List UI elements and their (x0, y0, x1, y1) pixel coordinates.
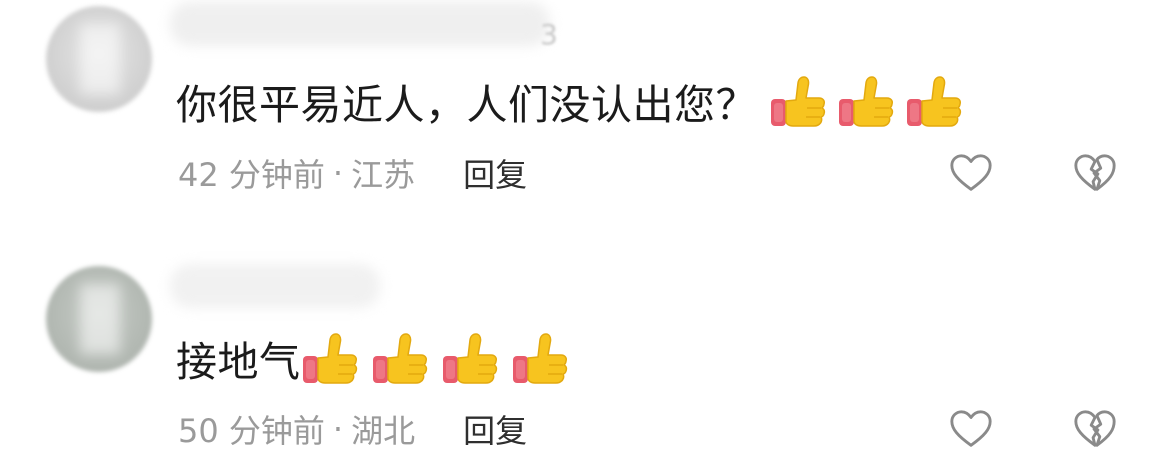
comment-text: 接地气 (176, 326, 569, 390)
avatar[interactable] (46, 6, 152, 112)
heart-outline-icon[interactable] (948, 406, 994, 452)
reply-button[interactable]: 回复 (463, 406, 527, 452)
emoji-group (301, 330, 569, 386)
comment-meta: 42 分钟前 · 江苏 回复 (178, 150, 527, 196)
username-blurred[interactable] (170, 2, 550, 46)
meta-separator: · (332, 410, 344, 448)
avatar[interactable] (46, 266, 152, 372)
comment-text-content: 你很平易近人，人们没认出您？ (176, 81, 757, 129)
username-blurred[interactable] (170, 264, 380, 308)
thumbs-up-icon (371, 330, 429, 386)
comment-item: 3 你很平易近人，人们没认出您？ 42 分钟前 · 江苏 回复 (0, 0, 1166, 240)
comment-text: 你很平易近人，人们没认出您？ (176, 72, 963, 130)
comment-location: 湖北 (351, 412, 416, 450)
thumbs-up-icon (511, 330, 569, 386)
thumbs-up-icon (441, 330, 499, 386)
comment-time: 50 分钟前 (178, 412, 325, 450)
broken-heart-icon[interactable] (1072, 406, 1118, 452)
heart-outline-icon[interactable] (948, 150, 994, 196)
emoji-group (769, 73, 963, 129)
thumbs-up-icon (301, 330, 359, 386)
broken-heart-icon[interactable] (1072, 150, 1118, 196)
comment-meta: 50 分钟前 · 湖北 回复 (178, 406, 527, 452)
reply-button[interactable]: 回复 (463, 150, 527, 196)
username-tail: 3 (540, 18, 558, 51)
thumbs-up-icon (837, 73, 895, 129)
comment-location: 江苏 (351, 156, 416, 194)
comment-item: 接地气 50 分钟前 · 湖北 回复 (0, 258, 1166, 450)
comment-text-content: 接地气 (176, 338, 301, 386)
comment-time: 42 分钟前 (178, 156, 325, 194)
thumbs-up-icon (905, 73, 963, 129)
meta-separator: · (332, 154, 344, 192)
thumbs-up-icon (769, 73, 827, 129)
